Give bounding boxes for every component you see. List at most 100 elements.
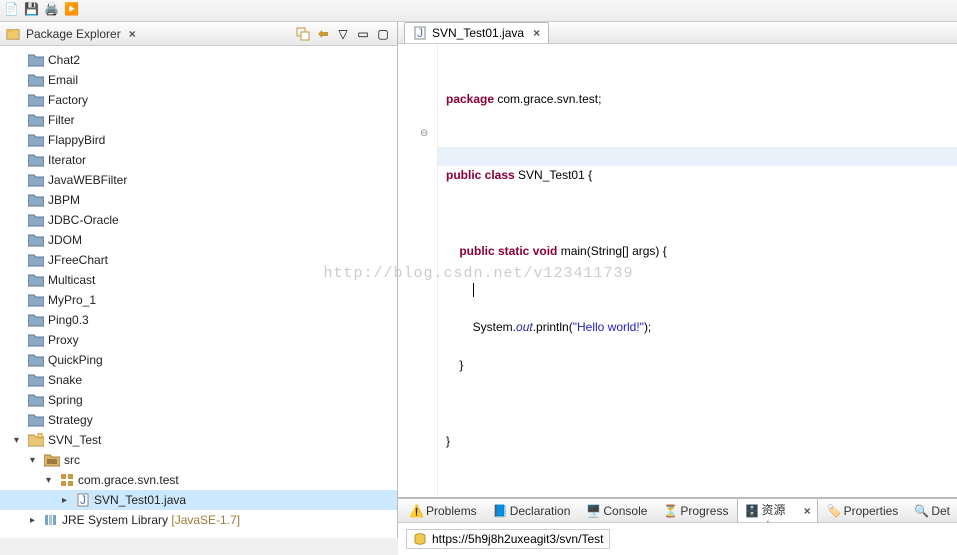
tree-project[interactable]: Chat2 xyxy=(0,50,397,70)
link-editor-icon[interactable] xyxy=(315,26,331,42)
maximize-icon[interactable]: ▢ xyxy=(375,26,391,42)
collapse-all-icon[interactable] xyxy=(295,26,311,42)
close-icon[interactable]: × xyxy=(533,26,540,40)
closed-project-icon xyxy=(28,333,44,347)
bottom-tab[interactable]: ⚠️Problems xyxy=(402,501,484,521)
tree-src[interactable]: ▾ src xyxy=(0,450,397,470)
tree-project[interactable]: Proxy xyxy=(0,330,397,350)
view-header: Package Explorer × ▽ ▭ ▢ xyxy=(0,22,397,46)
code-area[interactable]: package com.grace.svn.test; public class… xyxy=(438,44,957,497)
bottom-tabstrip: ⚠️Problems📘Declaration🖥️Console⏳Progress… xyxy=(398,499,957,523)
closed-project-icon xyxy=(28,213,44,227)
tree-project[interactable]: QuickPing xyxy=(0,350,397,370)
toolbar-icon[interactable]: ▶️ xyxy=(64,2,82,20)
svn-repo-url: https://5h9j8h2uxeagit3/svn/Test xyxy=(432,532,603,546)
tab-label: Det xyxy=(931,504,950,518)
editor-tab-label: SVN_Test01.java xyxy=(432,26,524,40)
tree-project[interactable]: Snake xyxy=(0,370,397,390)
tree-label: FlappyBird xyxy=(48,133,105,147)
tree-project[interactable]: Iterator xyxy=(0,150,397,170)
tree-project[interactable]: JFreeChart xyxy=(0,250,397,270)
tree-project[interactable]: Multicast xyxy=(0,270,397,290)
tree-label: Strategy xyxy=(48,413,93,427)
tree-project[interactable]: Strategy xyxy=(0,410,397,430)
tab-label: Properties xyxy=(844,504,899,518)
editor-tab[interactable]: J SVN_Test01.java × xyxy=(404,22,549,43)
package-icon xyxy=(60,473,74,487)
tree-label: QuickPing xyxy=(48,353,103,367)
twisty-closed-icon[interactable]: ▸ xyxy=(62,495,72,506)
tab-icon: 🔍 xyxy=(914,504,928,518)
tree-label: Iterator xyxy=(48,153,86,167)
bottom-tab[interactable]: 🔍Det xyxy=(907,501,957,521)
tab-label: Problems xyxy=(426,504,477,518)
text-cursor xyxy=(473,283,474,297)
tree-label: Snake xyxy=(48,373,82,387)
java-file-icon: J xyxy=(76,493,90,507)
tree-project[interactable]: JBPM xyxy=(0,190,397,210)
toolbar-icon[interactable]: 🖨️ xyxy=(44,2,62,20)
bottom-tab[interactable]: ⏳Progress xyxy=(656,501,735,521)
bottom-tab[interactable]: 📘Declaration xyxy=(486,501,578,521)
bottom-tab[interactable]: 🏷️Properties xyxy=(820,501,906,521)
view-menu-icon[interactable]: ▽ xyxy=(335,26,351,42)
tree-label: src xyxy=(64,453,80,467)
tree-project[interactable]: JavaWEBFilter xyxy=(0,170,397,190)
closed-project-icon xyxy=(28,133,44,147)
tree-project[interactable]: Spring xyxy=(0,390,397,410)
project-tree[interactable]: Chat2EmailFactoryFilter FlappyBird Iterato… xyxy=(0,46,397,538)
closed-project-icon xyxy=(28,113,44,127)
package-explorer-icon xyxy=(6,27,20,41)
code-editor[interactable]: ⊖ package com.grace.svn.test; public cla… xyxy=(398,44,957,498)
tree-project[interactable]: Factory xyxy=(0,90,397,110)
closed-project-icon xyxy=(28,313,44,327)
tree-jre[interactable]: ▸ JRE System Library [JavaSE-1.7] xyxy=(0,510,397,530)
bottom-tab[interactable]: 🗄️SVN 资源库 × xyxy=(737,499,817,523)
tree-label: JRE System Library [JavaSE-1.7] xyxy=(62,513,240,527)
twisty-open-icon[interactable]: ▾ xyxy=(14,435,24,446)
tree-project[interactable]: JDOM xyxy=(0,230,397,250)
project-folder-icon xyxy=(28,433,44,447)
tree-project-svntest[interactable]: ▾ SVN_Test xyxy=(0,430,397,450)
tree-label: Multicast xyxy=(48,273,95,287)
tree-package[interactable]: ▾ com.grace.svn.test xyxy=(0,470,397,490)
closed-project-icon xyxy=(28,353,44,367)
twisty-open-icon[interactable]: ▾ xyxy=(46,475,56,486)
tree-label: SVN_Test01.java xyxy=(94,493,186,507)
tab-icon: ⏳ xyxy=(663,504,677,518)
tab-icon: ⚠️ xyxy=(409,504,423,518)
toolbar-icon[interactable]: 💾 xyxy=(24,2,42,20)
twisty-open-icon[interactable]: ▾ xyxy=(30,455,40,466)
closed-project-icon xyxy=(28,373,44,387)
closed-project-icon xyxy=(28,253,44,267)
tree-project[interactable]: Email xyxy=(0,70,397,90)
main-toolbar: 📄 💾 🖨️ ▶️ xyxy=(0,0,957,22)
tree-project[interactable]: JDBC-Oracle xyxy=(0,210,397,230)
close-icon[interactable]: × xyxy=(804,504,811,518)
tree-label: Proxy xyxy=(48,333,79,347)
tree-label: MyPro_1 xyxy=(48,293,96,307)
closed-project-icon xyxy=(28,393,44,407)
repo-icon xyxy=(413,532,427,546)
tree-label: Ping0.3 xyxy=(48,313,89,327)
tab-label: Progress xyxy=(680,504,728,518)
tree-project[interactable]: FlappyBird xyxy=(0,130,397,150)
tree-project[interactable]: MyPro_1 xyxy=(0,290,397,310)
twisty-closed-icon[interactable]: ▸ xyxy=(30,515,40,526)
close-icon[interactable]: × xyxy=(129,27,136,41)
tree-project[interactable]: Filter xyxy=(0,110,397,130)
tree-label: JDBC-Oracle xyxy=(48,213,119,227)
toolbar-icon[interactable]: 📄 xyxy=(4,2,22,20)
tree-java-file[interactable]: ▸ J SVN_Test01.java xyxy=(0,490,397,510)
tab-icon: 🗄️ xyxy=(744,504,758,518)
minimize-icon[interactable]: ▭ xyxy=(355,26,371,42)
tree-project[interactable]: Ping0.3 xyxy=(0,310,397,330)
fold-toggle-icon[interactable]: ⊖ xyxy=(420,128,428,139)
closed-project-icon xyxy=(28,273,44,287)
svn-repo-url-chip[interactable]: https://5h9j8h2uxeagit3/svn/Test xyxy=(406,529,610,549)
tab-label: SVN 资源库 xyxy=(761,499,796,523)
tab-icon: 🖥️ xyxy=(586,504,600,518)
bottom-tab[interactable]: 🖥️Console xyxy=(579,501,654,521)
editor-gutter: ⊖ xyxy=(398,44,438,497)
closed-project-icon xyxy=(28,413,44,427)
